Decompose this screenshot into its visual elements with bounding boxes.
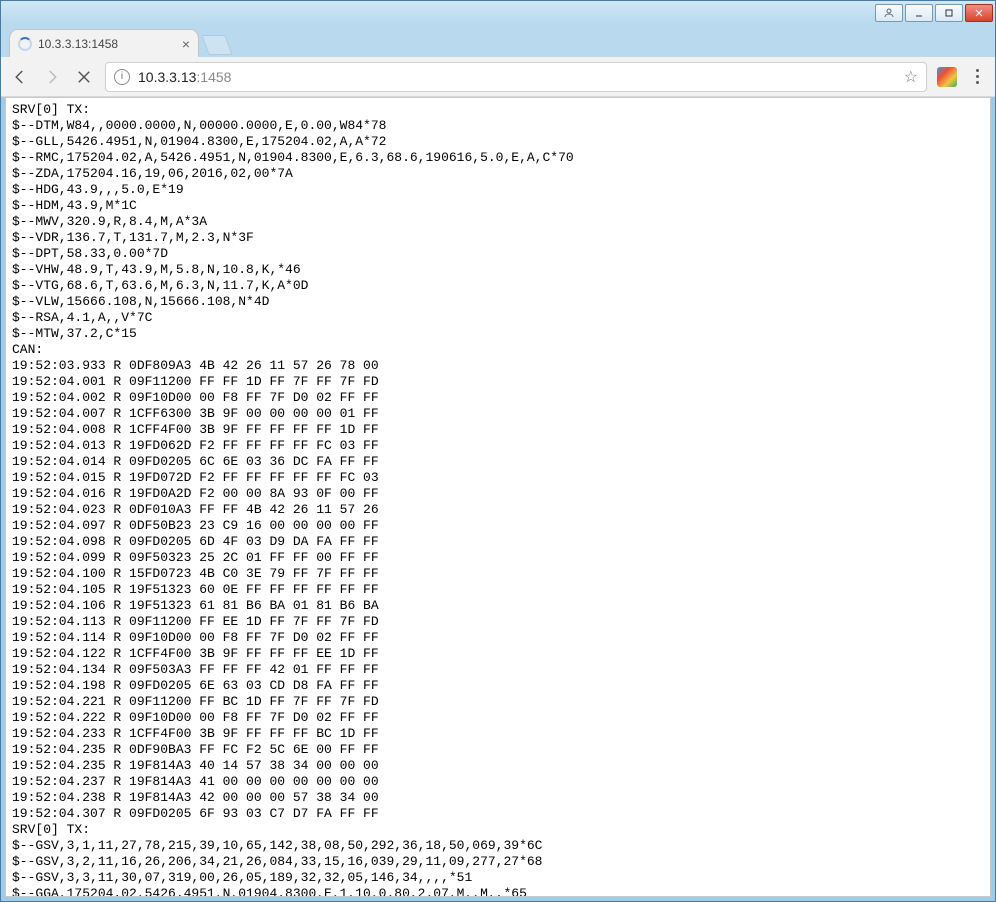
- viewport: SRV[0] TX: $--DTM,W84,,0000.0000,N,00000…: [5, 97, 991, 897]
- tab-strip: 10.3.3.13:1458 ×: [1, 25, 995, 57]
- browser-window: 10.3.3.13:1458 × i 10.3.3.13:1458 ☆ SRV[…: [0, 0, 996, 902]
- extension-icon[interactable]: [937, 67, 957, 87]
- forward-button: [41, 66, 63, 88]
- url-host: 10.3.3.13: [138, 69, 196, 85]
- toolbar: i 10.3.3.13:1458 ☆: [1, 57, 995, 97]
- user-button[interactable]: [875, 4, 903, 22]
- url-port: :1458: [196, 69, 231, 85]
- new-tab-button[interactable]: [201, 35, 232, 55]
- url-text: 10.3.3.13:1458: [138, 69, 231, 85]
- page-body-text: SRV[0] TX: $--DTM,W84,,0000.0000,N,00000…: [6, 98, 990, 896]
- chrome-menu-button[interactable]: [967, 67, 987, 87]
- page-content-scroll[interactable]: SRV[0] TX: $--DTM,W84,,0000.0000,N,00000…: [6, 98, 990, 896]
- browser-tab[interactable]: 10.3.3.13:1458 ×: [9, 29, 199, 57]
- close-button[interactable]: [965, 4, 993, 22]
- maximize-button[interactable]: [935, 4, 963, 22]
- stop-button[interactable]: [73, 66, 95, 88]
- back-button[interactable]: [9, 66, 31, 88]
- loading-spinner-icon: [18, 37, 32, 51]
- bookmark-star-icon[interactable]: ☆: [904, 67, 918, 87]
- titlebar: [1, 1, 995, 25]
- address-bar[interactable]: i 10.3.3.13:1458 ☆: [105, 62, 927, 92]
- tab-title: 10.3.3.13:1458: [38, 37, 176, 51]
- minimize-button[interactable]: [905, 4, 933, 22]
- site-info-icon[interactable]: i: [114, 69, 130, 85]
- tab-close-icon[interactable]: ×: [182, 37, 190, 51]
